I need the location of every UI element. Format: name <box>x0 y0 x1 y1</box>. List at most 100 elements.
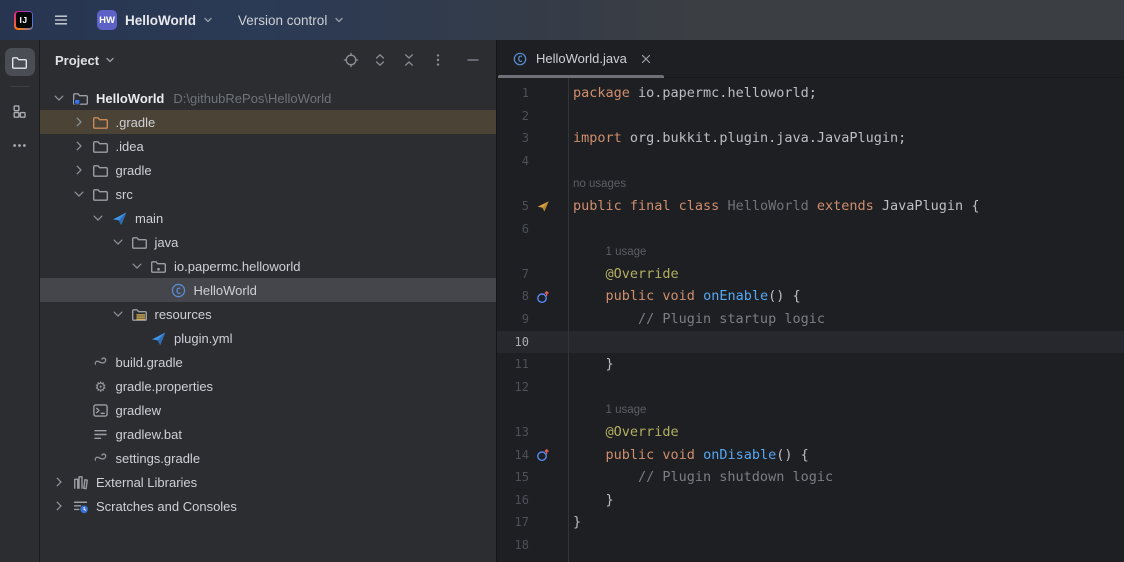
chevron-down-icon[interactable] <box>71 186 87 202</box>
collapse-all-button[interactable] <box>400 51 418 69</box>
tree-item-resources[interactable]: resources <box>40 302 496 326</box>
class-icon: C <box>170 282 187 299</box>
gutter-spacer <box>535 334 552 350</box>
code-line-15[interactable]: 15 // Plugin shutdown logic <box>497 466 1124 489</box>
plugin-gutter-icon[interactable] <box>535 198 552 214</box>
line-number: 11 <box>497 353 529 376</box>
tree-item-helloworld[interactable]: HelloWorldD:\githubRePos\HelloWorld <box>40 86 496 110</box>
usages-inlay-hint[interactable]: no usages <box>573 178 626 190</box>
project-widget[interactable]: HW HelloWorld <box>91 6 220 34</box>
usages-inlay-hint[interactable]: 1 usage <box>606 404 647 416</box>
folder-icon <box>92 138 109 155</box>
tree-item-path: D:\githubRePos\HelloWorld <box>173 91 331 106</box>
chevron-right-icon[interactable] <box>71 162 87 178</box>
code-line-9[interactable]: 9 // Plugin startup logic <box>497 308 1124 331</box>
line-number: 12 <box>497 376 529 399</box>
chevron-down-icon[interactable] <box>51 90 67 106</box>
line-number: 7 <box>497 263 529 286</box>
usages-inlay-hint[interactable]: 1 usage <box>606 246 647 258</box>
chevron-down-icon[interactable] <box>129 258 145 274</box>
code-line-4[interactable]: 4 <box>497 150 1124 173</box>
tree-item-io-papermc-helloworld[interactable]: io.papermc.helloworld <box>40 254 496 278</box>
chevron-right-icon[interactable] <box>51 498 67 514</box>
gutter-spacer <box>535 356 552 372</box>
code-line-10[interactable]: 10 <box>497 331 1124 354</box>
tree-item-external-libraries[interactable]: External Libraries <box>40 470 496 494</box>
tree-item-gradle[interactable]: gradle <box>40 158 496 182</box>
code-line-11[interactable]: 11 } <box>497 353 1124 376</box>
main-menu-button[interactable] <box>47 8 75 32</box>
code-token <box>573 288 606 304</box>
gutter-spacer <box>535 221 552 237</box>
tree-item-gradlew-bat[interactable]: gradlew.bat <box>40 422 496 446</box>
file-lines-icon <box>92 426 109 443</box>
editor-gutter <box>497 398 568 421</box>
code-line-2[interactable]: 2 <box>497 105 1124 128</box>
options-button[interactable] <box>429 51 447 69</box>
line-number: 5 <box>497 195 529 218</box>
chevron-right-icon[interactable] <box>71 138 87 154</box>
tree-item-scratches-and-consoles[interactable]: Scratches and Consoles <box>40 494 496 518</box>
tree-item-src[interactable]: src <box>40 182 496 206</box>
tree-item--idea[interactable]: .idea <box>40 134 496 158</box>
chevron-down-icon <box>90 210 106 226</box>
chevron-down-icon[interactable] <box>110 234 126 250</box>
tab-helloworld-java[interactable]: C HelloWorld.java <box>497 40 665 77</box>
editor-gutter <box>497 172 568 195</box>
folder-icon <box>11 54 28 71</box>
code-line-13[interactable]: 13 @Override <box>497 421 1124 444</box>
project-folder-icon <box>72 90 89 107</box>
editor-gutter: 9 <box>497 308 568 331</box>
tree-item-helloworld[interactable]: CHelloWorld <box>40 278 496 302</box>
tree-item-gradle-properties[interactable]: ⚙gradle.properties <box>40 374 496 398</box>
chevron-down-icon[interactable] <box>110 306 126 322</box>
hide-button[interactable] <box>464 51 482 69</box>
tree-item-build-gradle[interactable]: build.gradle <box>40 350 496 374</box>
stripe-project-button[interactable] <box>5 48 35 76</box>
expand-all-button[interactable] <box>371 51 389 69</box>
vcs-widget[interactable]: Version control <box>232 9 351 32</box>
tree-item-main[interactable]: main <box>40 206 496 230</box>
override-gutter-icon[interactable] <box>535 289 552 305</box>
tree-item-gradlew[interactable]: gradlew <box>40 398 496 422</box>
project-badge: HW <box>97 10 117 30</box>
project-view-selector[interactable]: Project <box>55 53 116 68</box>
chevron-down-icon <box>104 54 116 66</box>
svg-text:C: C <box>175 286 180 296</box>
code-line-17[interactable]: 17} <box>497 511 1124 534</box>
project-panel-toolbar <box>342 51 482 69</box>
code-line-3[interactable]: 3import org.bukkit.plugin.java.JavaPlugi… <box>497 127 1124 150</box>
tree-item--gradle[interactable]: .gradle <box>40 110 496 134</box>
gradle-icon <box>92 354 109 371</box>
chevron-right-icon[interactable] <box>71 114 87 130</box>
scratches-icon <box>72 498 89 515</box>
code-line-5[interactable]: 5public final class HelloWorld extends J… <box>497 195 1124 218</box>
class-icon: C <box>512 51 528 67</box>
stripe-more-tool-windows-button[interactable] <box>5 131 35 159</box>
tree-item-plugin-yml[interactable]: plugin.yml <box>40 326 496 350</box>
code-editor[interactable]: 1package io.papermc.helloworld;23import … <box>497 78 1124 562</box>
code-line-16[interactable]: 16 } <box>497 489 1124 512</box>
select-opened-file-button[interactable] <box>342 51 360 69</box>
chevron-right-icon <box>51 498 67 514</box>
chevron-down-icon[interactable] <box>90 210 106 226</box>
code-line-1[interactable]: 1package io.papermc.helloworld; <box>497 82 1124 105</box>
code-line-7[interactable]: 7 @Override <box>497 263 1124 286</box>
chevron-right-icon[interactable] <box>51 474 67 490</box>
code-line-12[interactable]: 12 <box>497 376 1124 399</box>
tree-item-java[interactable]: java <box>40 230 496 254</box>
code-line-14[interactable]: 14 public void onDisable() { <box>497 444 1124 467</box>
code-token <box>695 447 703 463</box>
tree-item-settings-gradle[interactable]: settings.gradle <box>40 446 496 470</box>
code-line-8[interactable]: 8 public void onEnable() { <box>497 285 1124 308</box>
tab-close-button[interactable] <box>639 52 653 66</box>
code-line-6[interactable]: 6 <box>497 218 1124 241</box>
line-number: 18 <box>497 534 529 557</box>
stripe-structure-button[interactable] <box>5 97 35 125</box>
code-line-18[interactable]: 18 <box>497 534 1124 557</box>
override-gutter-icon[interactable] <box>535 447 552 463</box>
tree-item-label: .gradle <box>116 115 156 130</box>
tree-item-label: .idea <box>116 139 144 154</box>
tree-item-label: resources <box>155 307 212 322</box>
line-number: 8 <box>497 285 529 308</box>
